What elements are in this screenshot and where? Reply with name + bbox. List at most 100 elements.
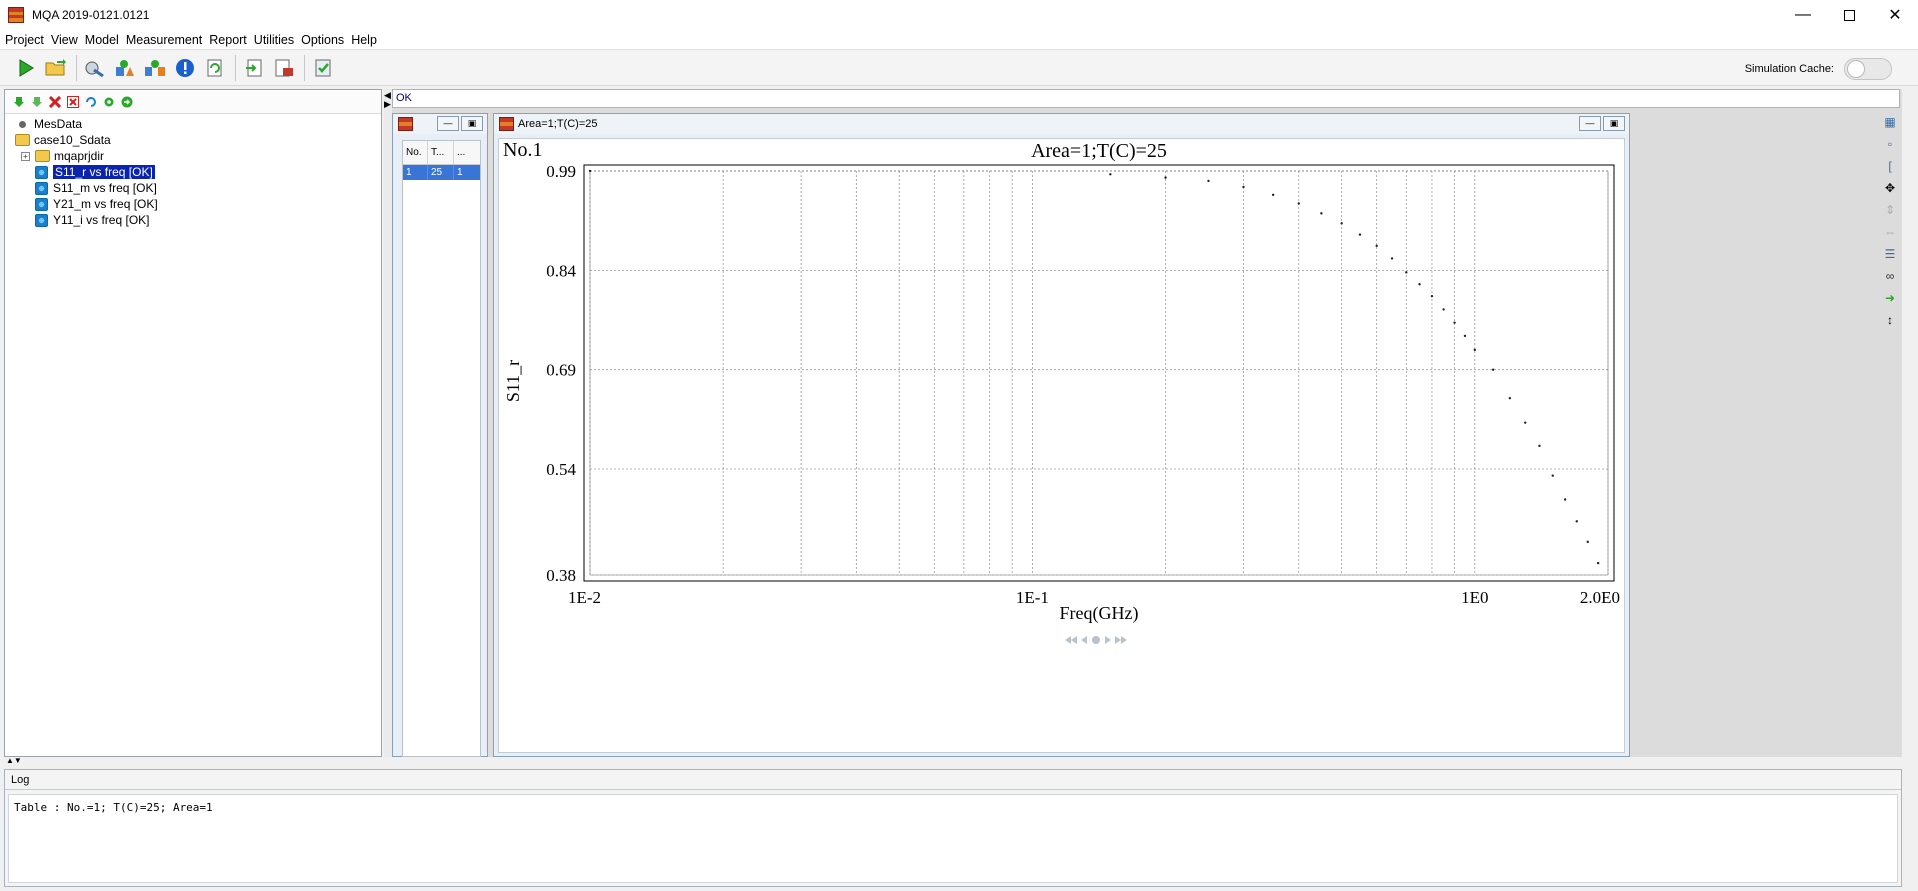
- data-point: [588, 169, 592, 173]
- refresh-button[interactable]: [201, 54, 229, 82]
- tool-button-3[interactable]: [81, 54, 109, 82]
- project-tree-panel: MesData case10_Sdata + mqaprjdir S11_r v…: [4, 89, 382, 757]
- log-panel: Log Table : No.=1; T(C)=25; Area=1: [4, 769, 1902, 887]
- menu-report[interactable]: Report: [209, 33, 247, 47]
- cell-t: 25: [428, 165, 454, 180]
- menu-utilities[interactable]: Utilities: [254, 33, 294, 47]
- folder-icon: [35, 150, 50, 162]
- check-button[interactable]: [309, 54, 337, 82]
- log-output[interactable]: Table : No.=1; T(C)=25; Area=1: [8, 794, 1898, 883]
- grid-icon: ▦: [1884, 115, 1896, 129]
- table-window-maximize-button[interactable]: ▣: [461, 116, 483, 131]
- data-point: [1596, 561, 1600, 565]
- glasses-button[interactable]: ∞: [1882, 268, 1898, 284]
- data-point: [1463, 334, 1467, 338]
- menu-model[interactable]: Model: [85, 33, 119, 47]
- forward-circle-icon: [121, 96, 132, 107]
- pan-button[interactable]: ✥: [1882, 180, 1898, 196]
- menu-help[interactable]: Help: [351, 33, 377, 47]
- next-page-icon[interactable]: [1105, 636, 1111, 644]
- column-header-more[interactable]: ...: [454, 141, 480, 164]
- chart-title: Area=1;T(C)=25: [1031, 140, 1167, 162]
- maximize-button[interactable]: [1826, 0, 1872, 30]
- refresh-tree-button[interactable]: [83, 94, 98, 109]
- move-up-button[interactable]: [29, 94, 44, 109]
- tree-item-s11-r[interactable]: S11_r vs freq [OK]: [5, 164, 381, 180]
- tree-node-project[interactable]: case10_Sdata: [5, 132, 381, 148]
- y-tick-label: 0.99: [546, 162, 576, 181]
- measurement-icon: [35, 165, 48, 179]
- tree-node-subfolder[interactable]: + mqaprjdir: [5, 148, 381, 164]
- zoom-vertical-icon: ⇕: [1884, 203, 1896, 217]
- settings-tree-button[interactable]: [101, 94, 116, 109]
- table-view-button[interactable]: ▦: [1882, 114, 1898, 130]
- column-header-t[interactable]: T...: [428, 141, 454, 164]
- current-page-icon[interactable]: [1092, 636, 1100, 644]
- project-tree: MesData case10_Sdata + mqaprjdir S11_r v…: [5, 114, 381, 228]
- data-point: [1207, 179, 1210, 183]
- move-down-button[interactable]: [11, 94, 26, 109]
- open-project-button[interactable]: [42, 54, 70, 82]
- alert-icon: [176, 58, 194, 77]
- horizontal-splitter[interactable]: ▲▼: [0, 756, 1918, 768]
- chart-window-minimize-button[interactable]: —: [1579, 116, 1601, 131]
- menu-project[interactable]: Project: [5, 33, 44, 47]
- delete-box-icon: [66, 95, 79, 108]
- data-point: [1524, 421, 1527, 424]
- link-arrow-icon: ➜: [1884, 291, 1896, 305]
- log-tab[interactable]: Log: [5, 770, 1901, 790]
- tree-item-s11-m[interactable]: S11_m vs freq [OK]: [5, 180, 381, 196]
- run-button[interactable]: [12, 54, 40, 82]
- table-window-minimize-button[interactable]: —: [437, 116, 459, 131]
- first-page-icon[interactable]: [1065, 636, 1077, 644]
- go-button[interactable]: [119, 94, 134, 109]
- table-window-titlebar[interactable]: — ▣: [393, 114, 487, 134]
- data-point: [1109, 173, 1112, 176]
- column-header-no[interactable]: No.: [403, 141, 428, 164]
- vertical-splitter[interactable]: ◀ ▶: [384, 89, 392, 757]
- expand-icon[interactable]: +: [21, 151, 30, 161]
- minimize-button[interactable]: —: [1780, 0, 1826, 30]
- link-button[interactable]: ➜: [1882, 290, 1898, 306]
- table-row[interactable]: 1 25 1: [403, 165, 480, 180]
- export-button[interactable]: [240, 54, 268, 82]
- info-button[interactable]: [171, 54, 199, 82]
- range-button[interactable]: ↕: [1882, 312, 1898, 328]
- bracket-button[interactable]: [: [1882, 158, 1898, 174]
- report-button[interactable]: [270, 54, 298, 82]
- cell-area: 1: [457, 167, 463, 178]
- tree-item-y21-m[interactable]: Y21_m vs freq [OK]: [5, 196, 381, 212]
- list-button[interactable]: ☰: [1882, 246, 1898, 262]
- prev-page-icon[interactable]: [1081, 636, 1087, 644]
- menu-options[interactable]: Options: [301, 33, 344, 47]
- tool-button-4[interactable]: [111, 54, 139, 82]
- last-page-icon[interactable]: [1115, 636, 1127, 644]
- chart-tool-strip: ▦ ▫ [ ✥ ⇕ ⇔ ☰ ∞ ➜ ↕: [1880, 111, 1900, 711]
- simulation-cache-toggle[interactable]: [1844, 58, 1892, 80]
- data-point: [1405, 271, 1408, 274]
- data-point: [1442, 308, 1445, 311]
- delete-all-button[interactable]: [65, 94, 80, 109]
- data-point: [1575, 520, 1578, 523]
- menu-view[interactable]: View: [51, 33, 78, 47]
- zoom-vertical-button[interactable]: ⇕: [1882, 202, 1898, 218]
- tool-button-5[interactable]: [141, 54, 169, 82]
- zoom-horizontal-button[interactable]: ⇔: [1882, 224, 1898, 240]
- delete-button[interactable]: [47, 94, 62, 109]
- workspace-area: OK — ▣ No. T... ... 1 25 1 Area=1;T(C)=2…: [392, 89, 1902, 757]
- panel-label: No.1: [503, 139, 542, 161]
- s11-chart[interactable]: 0.99 0.84 0.69 0.54 0.38 1E-2 1E-1 1E0 2.0E0 No…: [499, 139, 1624, 752]
- tree-node-mesdata[interactable]: MesData: [5, 116, 381, 132]
- data-point: [1538, 444, 1541, 448]
- report-icon: [275, 59, 293, 76]
- chart-window-maximize-button[interactable]: ▣: [1603, 116, 1625, 131]
- close-button[interactable]: ✕: [1872, 0, 1918, 30]
- navigation-controls[interactable]: [1065, 636, 1127, 644]
- tree-label: S11_r vs freq [OK]: [53, 165, 155, 179]
- data-point: [1508, 396, 1512, 400]
- chart-window-titlebar[interactable]: Area=1;T(C)=25 — ▣: [494, 114, 1629, 134]
- menu-measurement[interactable]: Measurement: [126, 33, 202, 47]
- tree-item-y11-i[interactable]: Y11_i vs freq [OK]: [5, 212, 381, 228]
- measurement-icon: [35, 213, 48, 227]
- horizontal-bar-button[interactable]: ▫: [1882, 136, 1898, 152]
